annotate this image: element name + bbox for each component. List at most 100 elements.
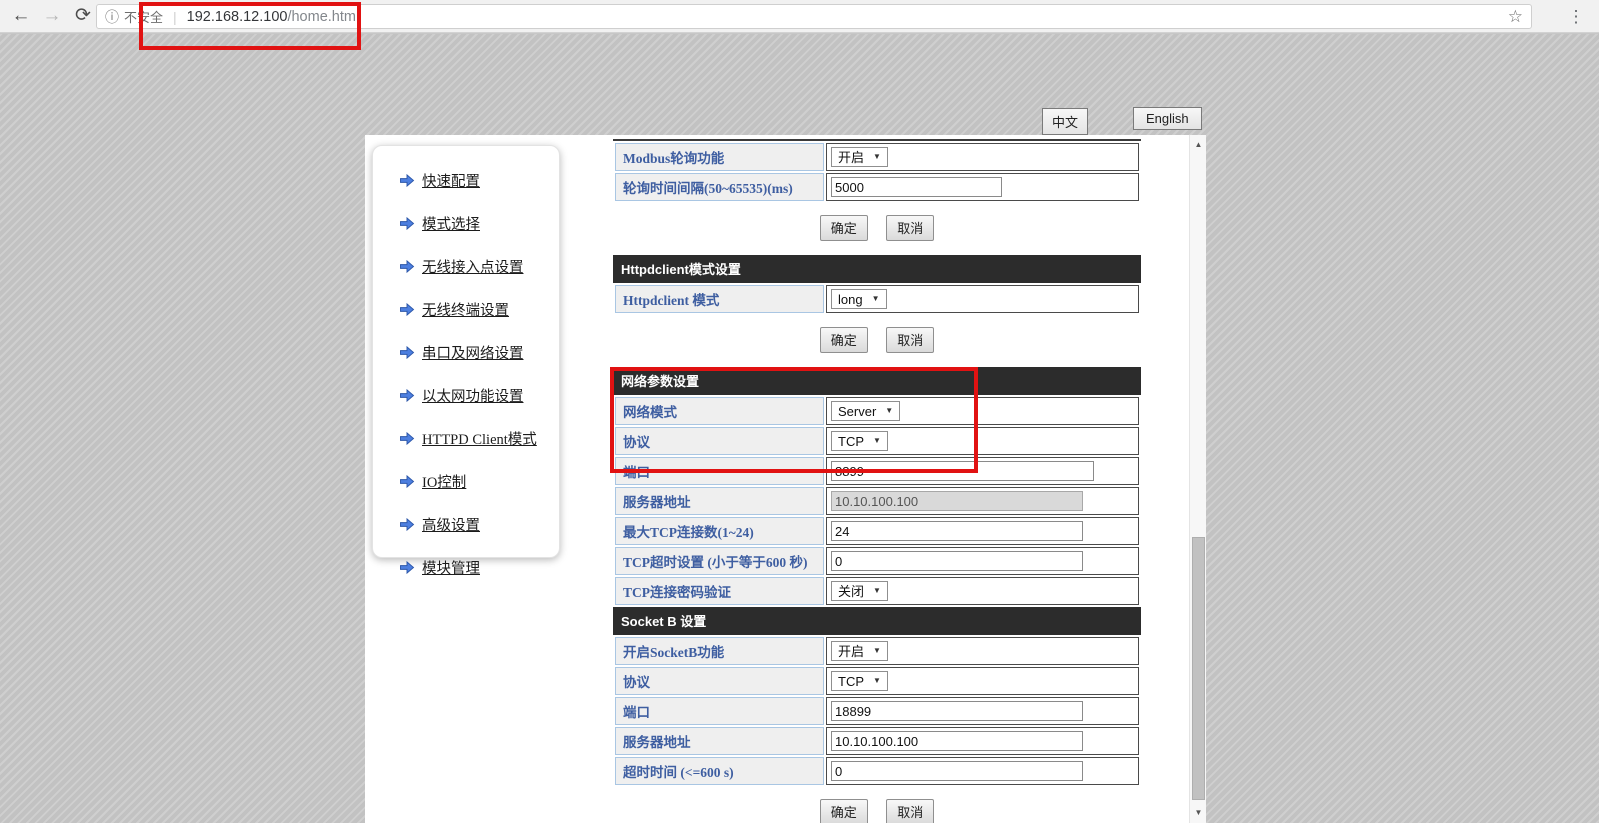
sidebar-link: 无线接入点设置 [422,256,524,277]
content-panel: 快速配置 模式选择 无线接入点设置 无线终端设置 串口及网络设置 以太网功能设置… [365,135,1206,823]
field-label: 协议 [615,427,824,455]
sidebar-item-serial-network[interactable]: 串口及网络设置 [399,342,559,363]
select-value: 开启 [838,641,864,660]
browser-menu-icon[interactable]: ⋮ [1565,5,1587,29]
sidebar-link: 无线终端设置 [422,299,509,320]
scroll-down-icon[interactable]: ▼ [1190,805,1206,821]
cancel-button[interactable]: 取消 [886,327,934,353]
socketb-port-input[interactable] [831,701,1083,721]
field-value-cell: TCP ▼ [826,667,1139,695]
sidebar: 快速配置 模式选择 无线接入点设置 无线终端设置 串口及网络设置 以太网功能设置… [372,145,560,558]
select-value: TCP [838,674,864,689]
field-label: 最大TCP连接数(1~24) [615,517,824,545]
arrow-icon [399,432,415,445]
sidebar-link: IO控制 [422,471,466,492]
arrow-icon [399,217,415,230]
table-row: 网络模式 Server ▼ [615,397,1139,425]
sidebar-item-wireless-ap[interactable]: 无线接入点设置 [399,256,559,277]
protocol-select[interactable]: TCP ▼ [831,431,888,451]
info-icon: ⓘ [105,7,119,27]
sidebar-item-quick-config[interactable]: 快速配置 [399,170,559,191]
caret-down-icon: ▼ [873,647,881,655]
refresh-icon[interactable]: ⟳ [70,3,96,29]
forward-icon[interactable]: → [39,3,65,29]
field-value-cell [826,727,1139,755]
sidebar-link: HTTPD Client模式 [422,428,537,449]
lang-english-button[interactable]: English [1133,107,1202,130]
url-divider: | [173,9,177,25]
select-value: 开启 [838,147,864,166]
field-value-cell [826,757,1139,785]
network-table: 网络模式 Server ▼ 协议 TCP ▼ 端口 [613,395,1141,607]
field-value-cell [826,517,1139,545]
socketb-timeout-input[interactable] [831,761,1083,781]
sidebar-item-mode-select[interactable]: 模式选择 [399,213,559,234]
cancel-button[interactable]: 取消 [886,215,934,241]
table-row: Httpdclient 模式 long ▼ [615,285,1139,313]
url-host: 192.168.12.100 [187,9,288,25]
socketb-table: 开启SocketB功能 开启 ▼ 协议 TCP ▼ 端口 [613,635,1141,787]
caret-down-icon: ▼ [873,677,881,685]
lang-chinese-button[interactable]: 中文 [1042,108,1088,135]
ok-button[interactable]: 确定 [820,215,868,241]
caret-down-icon: ▼ [873,437,881,445]
cancel-button[interactable]: 取消 [886,799,934,823]
port-input[interactable] [831,461,1094,481]
server-address-input [831,491,1083,511]
field-label: 端口 [615,457,824,485]
max-tcp-connections-input[interactable] [831,521,1083,541]
network-mode-select[interactable]: Server ▼ [831,401,900,421]
table-row: 开启SocketB功能 开启 ▼ [615,637,1139,665]
sidebar-link: 快速配置 [422,170,480,191]
ok-button[interactable]: 确定 [820,799,868,823]
field-value-cell [826,547,1139,575]
table-row: 最大TCP连接数(1~24) [615,517,1139,545]
tcp-password-verify-select[interactable]: 关闭 ▼ [831,581,888,601]
sidebar-item-module-manage[interactable]: 模块管理 [399,557,559,578]
arrow-icon [399,174,415,187]
arrow-icon [399,303,415,316]
field-label: Httpdclient 模式 [615,285,824,313]
field-value-cell [826,173,1139,201]
socketb-protocol-select[interactable]: TCP ▼ [831,671,888,691]
field-value-cell: TCP ▼ [826,427,1139,455]
tcp-timeout-input[interactable] [831,551,1083,571]
httpdclient-table: Httpdclient 模式 long ▼ [613,283,1141,315]
modbus-poll-select[interactable]: 开启 ▼ [831,147,888,167]
sidebar-item-ethernet[interactable]: 以太网功能设置 [399,385,559,406]
socketb-enable-select[interactable]: 开启 ▼ [831,641,888,661]
address-bar[interactable]: ⓘ 不安全 | 192.168.12.100 /home.html ☆ [96,4,1532,29]
httpdclient-mode-select[interactable]: long ▼ [831,289,887,309]
sidebar-item-wireless-sta[interactable]: 无线终端设置 [399,299,559,320]
field-label: 开启SocketB功能 [615,637,824,665]
back-icon[interactable]: ← [8,3,34,29]
caret-down-icon: ▼ [872,295,880,303]
sidebar-link: 串口及网络设置 [422,342,524,363]
table-row: 端口 [615,697,1139,725]
poll-interval-input[interactable] [831,177,1002,197]
field-label: 轮询时间间隔(50~65535)(ms) [615,173,824,201]
caret-down-icon: ▼ [873,153,881,161]
caret-down-icon: ▼ [885,407,893,415]
field-value-cell [826,697,1139,725]
field-value-cell: 开启 ▼ [826,637,1139,665]
socketb-section-header: Socket B 设置 [613,607,1141,635]
field-label: 网络模式 [615,397,824,425]
socketb-server-address-input[interactable] [831,731,1083,751]
sidebar-link: 高级设置 [422,514,480,535]
sidebar-item-advanced[interactable]: 高级设置 [399,514,559,535]
bookmark-star-icon[interactable]: ☆ [1508,7,1523,27]
table-row: 协议 TCP ▼ [615,667,1139,695]
sidebar-item-httpd-client[interactable]: HTTPD Client模式 [399,428,559,449]
sidebar-link: 模块管理 [422,557,480,578]
sidebar-item-io-control[interactable]: IO控制 [399,471,559,492]
scroll-up-icon[interactable]: ▲ [1190,137,1206,153]
table-row: 端口 [615,457,1139,485]
select-value: TCP [838,434,864,449]
ok-button[interactable]: 确定 [820,327,868,353]
scrollbar-thumb[interactable] [1192,537,1205,800]
field-value-cell [826,487,1139,515]
security-chip[interactable]: ⓘ 不安全 [105,7,163,27]
inner-scrollbar[interactable]: ▲ ▼ [1189,135,1206,823]
field-label: 协议 [615,667,824,695]
